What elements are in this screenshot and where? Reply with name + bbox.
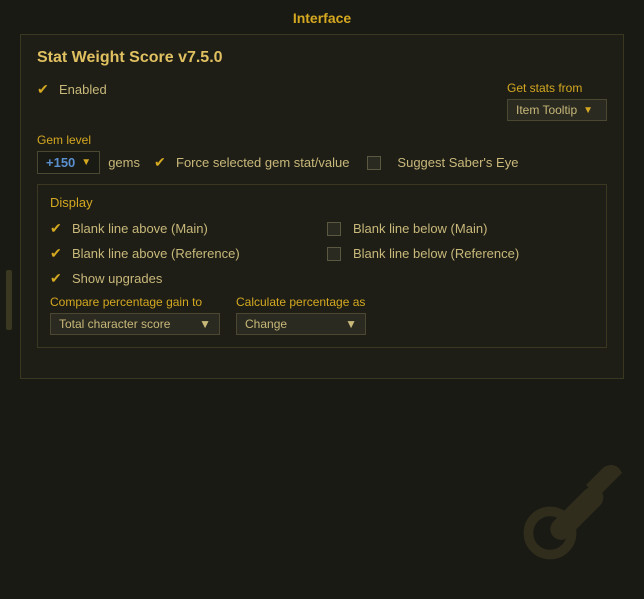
suggest-eye-label: Suggest Saber's Eye	[397, 155, 518, 170]
gems-text: gems	[108, 155, 140, 170]
compare-col: Compare percentage gain to Total charact…	[50, 295, 220, 335]
compare-value: Total character score	[59, 317, 170, 331]
main-panel: Stat Weight Score v7.5.0 ✔ Enabled Get s…	[20, 34, 624, 379]
suggest-eye-wrap: Suggest Saber's Eye	[367, 155, 518, 170]
blank-above-main-icon[interactable]: ✔	[50, 220, 66, 237]
blank-below-ref-label: Blank line below (Reference)	[353, 246, 519, 261]
show-upgrades-label: Show upgrades	[72, 271, 162, 286]
blank-above-ref-label: Blank line above (Reference)	[72, 246, 240, 261]
force-gem-label: Force selected gem stat/value	[176, 155, 349, 170]
display-box: Display ✔ Blank line above (Main) Blank …	[37, 184, 607, 348]
get-stats-dropdown[interactable]: Item Tooltip ▼	[507, 99, 607, 121]
compare-dropdown[interactable]: Total character score ▼	[50, 313, 220, 335]
calculate-label: Calculate percentage as	[236, 295, 366, 309]
gem-level-dropdown[interactable]: +150 ▼	[37, 151, 100, 174]
gem-level-section: Gem level +150 ▼ gems ✔ Force selected g…	[37, 133, 607, 174]
background-decoration	[514, 449, 634, 569]
show-upgrades-row: ✔ Show upgrades	[50, 270, 594, 287]
get-stats-section: Get stats from Item Tooltip ▼	[507, 81, 607, 121]
page-title: Interface	[0, 0, 644, 34]
force-gem-wrap: ✔ Force selected gem stat/value	[154, 154, 349, 171]
get-stats-label: Get stats from	[507, 81, 607, 95]
blank-above-ref-icon[interactable]: ✔	[50, 245, 66, 262]
calculate-arrow-icon: ▼	[345, 317, 357, 331]
suggest-eye-check-icon[interactable]	[367, 156, 381, 170]
checkbox-grid: ✔ Blank line above (Main) Blank line bel…	[50, 220, 594, 262]
blank-below-ref-row: Blank line below (Reference)	[327, 245, 594, 262]
calculate-value: Change	[245, 317, 287, 331]
compare-section: Compare percentage gain to Total charact…	[50, 295, 594, 335]
calculate-dropdown[interactable]: Change ▼	[236, 313, 366, 335]
blank-above-main-row: ✔ Blank line above (Main)	[50, 220, 317, 237]
show-upgrades-icon[interactable]: ✔	[50, 270, 66, 287]
gem-level-value: +150	[46, 155, 75, 170]
get-stats-arrow-icon: ▼	[583, 105, 593, 116]
force-gem-check-icon[interactable]: ✔	[154, 154, 170, 171]
compare-arrow-icon: ▼	[199, 317, 211, 331]
blank-below-main-icon[interactable]	[327, 222, 341, 236]
enabled-label: Enabled	[59, 82, 107, 97]
gem-level-row: +150 ▼ gems ✔ Force selected gem stat/va…	[37, 151, 607, 174]
compare-label: Compare percentage gain to	[50, 295, 220, 309]
gem-level-arrow-icon: ▼	[81, 157, 91, 168]
enabled-row: ✔ Enabled	[37, 81, 107, 98]
blank-below-main-row: Blank line below (Main)	[327, 220, 594, 237]
calculate-col: Calculate percentage as Change ▼	[236, 295, 366, 335]
get-stats-value: Item Tooltip	[516, 103, 577, 117]
left-decorative-bar	[6, 270, 12, 330]
enabled-check-icon[interactable]: ✔	[37, 81, 53, 98]
gem-level-label: Gem level	[37, 133, 607, 147]
blank-above-main-label: Blank line above (Main)	[72, 221, 208, 236]
blank-below-ref-icon[interactable]	[327, 247, 341, 261]
panel-title: Stat Weight Score v7.5.0	[37, 49, 607, 67]
blank-below-main-label: Blank line below (Main)	[353, 221, 487, 236]
blank-above-ref-row: ✔ Blank line above (Reference)	[50, 245, 317, 262]
compare-row: Compare percentage gain to Total charact…	[50, 295, 594, 335]
display-title: Display	[50, 195, 594, 210]
